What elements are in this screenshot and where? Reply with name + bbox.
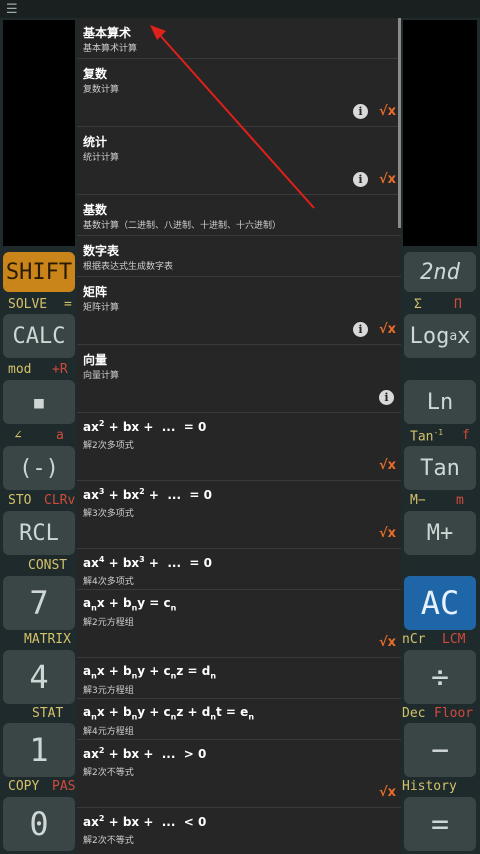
annotation-arrow xyxy=(150,25,315,209)
arrow-head xyxy=(150,25,166,40)
arrow-line xyxy=(157,32,315,209)
